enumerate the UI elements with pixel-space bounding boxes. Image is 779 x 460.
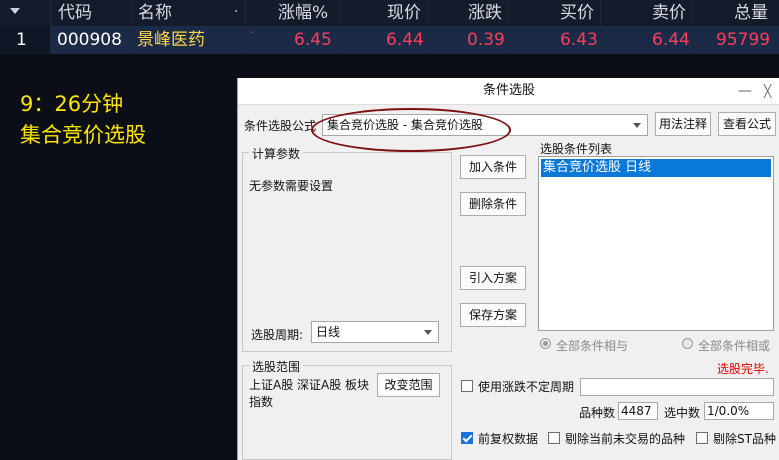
minimize-icon[interactable]: — xyxy=(738,78,752,104)
exclude-st-checkbox[interactable] xyxy=(696,432,708,444)
use-period-checkbox[interactable] xyxy=(461,380,473,392)
import-plan-button[interactable]: 引入方案 xyxy=(460,266,526,290)
cell-code: 000908 xyxy=(57,30,122,50)
pre-adjust-label: 前复权数据 xyxy=(478,432,539,446)
save-plan-button[interactable]: 保存方案 xyxy=(460,303,526,327)
column-divider xyxy=(692,0,693,54)
header-name[interactable]: 名称 xyxy=(138,0,172,26)
period-select-value: 日线 xyxy=(316,325,341,339)
range-text: 上证A股 深证A股 板块指数 xyxy=(249,378,370,409)
selected-label: 选中数 xyxy=(664,406,701,420)
exclude-untraded-checkbox[interactable] xyxy=(548,432,560,444)
exclude-untraded-label: 剔除当前未交易的品种 xyxy=(565,432,686,446)
chevron-down-icon xyxy=(424,330,432,335)
column-divider xyxy=(340,0,341,54)
column-divider xyxy=(132,0,133,54)
highlight-ellipse xyxy=(311,108,511,152)
annotation-time: 9：26分钟 xyxy=(20,92,124,116)
radio-all-or-label: 全部条件相或 xyxy=(698,339,771,353)
period-label: 选股周期: xyxy=(251,328,304,342)
header-change-pct[interactable]: 涨幅% xyxy=(278,0,328,26)
cell-name: 景峰医药 xyxy=(137,30,205,50)
count-label: 品种数 xyxy=(579,406,616,420)
header-code[interactable]: 代码 xyxy=(58,0,92,26)
cell-ask: 6.44 xyxy=(652,30,690,50)
add-condition-button[interactable]: 加入条件 xyxy=(460,155,526,179)
sort-dropdown-icon[interactable] xyxy=(10,8,20,14)
status-text: 选股完毕. xyxy=(717,362,769,376)
chevron-down-icon xyxy=(633,123,641,128)
cell-change-pct: 6.45 xyxy=(294,30,332,50)
row-index: 1 xyxy=(16,30,27,50)
cell-bid: 6.43 xyxy=(560,30,598,50)
use-period-label: 使用涨跌不定周期 xyxy=(478,380,575,394)
pre-adjust-checkbox[interactable] xyxy=(461,432,473,444)
header-volume[interactable]: 总量 xyxy=(734,0,768,26)
params-text: 无参数需要设置 xyxy=(249,179,334,193)
table-row[interactable]: 1 000908 景峰医药 · 6.45 6.44 0.39 6.43 6.44… xyxy=(0,26,779,54)
annotation-title: 集合竞价选股 xyxy=(20,123,146,147)
delete-condition-button[interactable]: 删除条件 xyxy=(460,192,526,216)
count-value: 4487 xyxy=(618,402,658,420)
cell-volume: 95799 xyxy=(716,30,771,50)
range-group: 选股范围 上证A股 深证A股 板块指数 改变范围 xyxy=(242,358,452,460)
header-ask[interactable]: 卖价 xyxy=(652,0,686,26)
params-group: 计算参数 无参数需要设置 选股周期: 日线 xyxy=(242,145,452,352)
radio-all-or[interactable] xyxy=(682,338,693,349)
exclude-st-label: 剔除ST品种 xyxy=(713,432,776,446)
view-formula-button[interactable]: 查看公式 xyxy=(718,112,776,136)
condition-list[interactable]: 集合竞价选股 日线 xyxy=(538,156,774,331)
radio-all-and[interactable] xyxy=(540,338,551,349)
range-group-label: 选股范围 xyxy=(249,358,304,375)
condition-stock-selection-dialog: 条件选股 — ╳ 条件选股公式 集合竞价选股 - 集合竞价选股 用法注释 查看公… xyxy=(237,78,779,460)
column-divider xyxy=(428,0,429,54)
cell-price: 6.44 xyxy=(386,30,424,50)
period-select[interactable]: 日线 xyxy=(311,321,439,343)
header-price[interactable]: 现价 xyxy=(387,0,421,26)
header-change[interactable]: 涨跌 xyxy=(468,0,502,26)
dialog-title: 条件选股 xyxy=(482,83,535,98)
list-item[interactable]: 集合竞价选股 日线 xyxy=(541,159,771,177)
change-range-button[interactable]: 改变范围 xyxy=(377,373,440,397)
cell-change: 0.39 xyxy=(467,30,505,50)
column-divider xyxy=(508,0,509,54)
formula-label: 条件选股公式 xyxy=(244,119,317,133)
radio-all-and-label: 全部条件相与 xyxy=(556,339,629,353)
column-divider xyxy=(50,0,51,54)
condition-list-label: 选股条件列表 xyxy=(540,142,613,156)
header-dot: · xyxy=(234,4,239,20)
cell-marker: · xyxy=(250,28,254,39)
selected-value: 1/0.0% xyxy=(704,402,774,420)
usage-notes-button[interactable]: 用法注释 xyxy=(655,112,711,136)
quote-table-header: 代码 名称 · 涨幅% 现价 涨跌 买价 卖价 总量 xyxy=(0,0,779,26)
params-group-label: 计算参数 xyxy=(249,145,304,162)
dialog-titlebar[interactable]: 条件选股 — ╳ xyxy=(238,78,779,105)
header-bid[interactable]: 买价 xyxy=(560,0,594,26)
period-input[interactable] xyxy=(580,378,774,396)
column-divider xyxy=(245,0,246,54)
close-icon[interactable]: ╳ xyxy=(764,78,771,104)
column-divider xyxy=(600,0,601,54)
